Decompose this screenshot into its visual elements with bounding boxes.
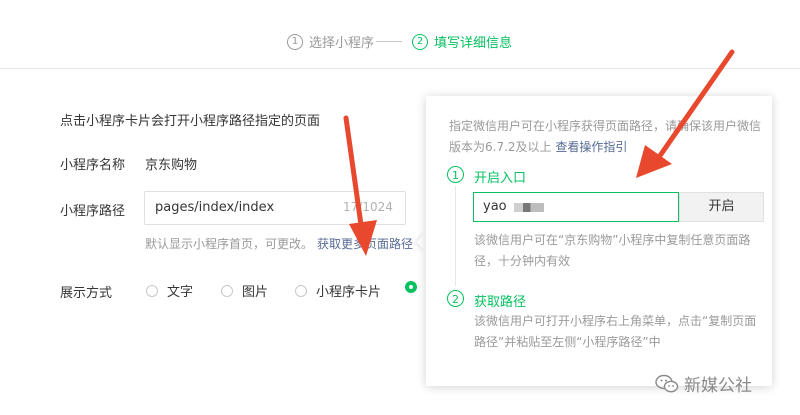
radio-circle[interactable] [295,284,307,297]
display-option-card[interactable]: 小程序卡片 [295,281,381,300]
popover-step-1-title: 开启入口 [474,171,527,186]
display-option-label: 图片 [242,285,269,300]
popover-step-2-desc: 该微信用户可打开小程序右上角菜单，点击“复制页面路径”并粘贴至左侧“小程序路径”… [474,314,757,349]
step-select-miniprogram: 1 选择小程序 [287,32,374,51]
popover-step-1-desc: 该微信用户可在“京东购物”小程序中复制任意页面路径，十分钟内有效 [474,233,751,268]
wechat-icon [655,374,679,392]
miniprogram-name-label: 小程序名称 [60,158,126,173]
popover-intro: 指定微信用户可在小程序获得页面路径，请确保该用户微信版本为6.7.2及以上 查看… [449,116,765,158]
display-option-label: 文字 [167,285,194,300]
step-timeline [455,186,456,286]
enable-button[interactable]: 开启 [679,192,764,222]
popover-step-1-number: 1 [447,166,464,183]
watermark-text: 新媒公社 [684,376,752,396]
display-option-selected[interactable] [405,281,426,293]
miniprogram-path-label: 小程序路径 [60,204,126,219]
form-description: 点击小程序卡片会打开小程序路径指定的页面 [60,114,321,129]
popover-step-2-title: 获取路径 [474,295,527,310]
path-popover: 指定微信用户可在小程序获得页面路径，请确保该用户微信版本为6.7.2及以上 查看… [426,96,772,386]
path-char-counter: 17/1024 [343,200,393,214]
step-divider [376,41,402,42]
view-guide-link[interactable]: 查看操作指引 [555,140,627,154]
display-option-image[interactable]: 图片 [221,281,268,300]
wechat-user-value: yao [483,199,507,214]
display-option-text[interactable]: 文字 [146,281,193,300]
miniprogram-name-value: 京东购物 [145,158,198,173]
watermark: 新媒公社 [655,371,752,396]
blurred-text [514,203,544,212]
display-option-label: 小程序卡片 [316,285,382,300]
radio-circle[interactable] [146,284,158,297]
get-more-paths-link[interactable]: 获取更多页面路径 [317,235,413,252]
wechat-user-input[interactable]: yao [473,192,679,222]
step-fill-details: 2 填写详细信息 [412,32,512,51]
step-1-label: 选择小程序 [309,36,375,51]
display-mode-label: 展示方式 [60,286,113,301]
step-1-number: 1 [287,33,303,50]
radio-circle-checked[interactable] [405,281,417,293]
radio-circle[interactable] [221,284,233,297]
popover-step-2-number: 2 [447,290,464,307]
stepper: 1 选择小程序 2 填写详细信息 [0,0,800,69]
step-2-number: 2 [412,33,428,50]
path-hint: 默认显示小程序首页，可更改。 [145,237,314,251]
step-2-label: 填写详细信息 [434,36,513,51]
